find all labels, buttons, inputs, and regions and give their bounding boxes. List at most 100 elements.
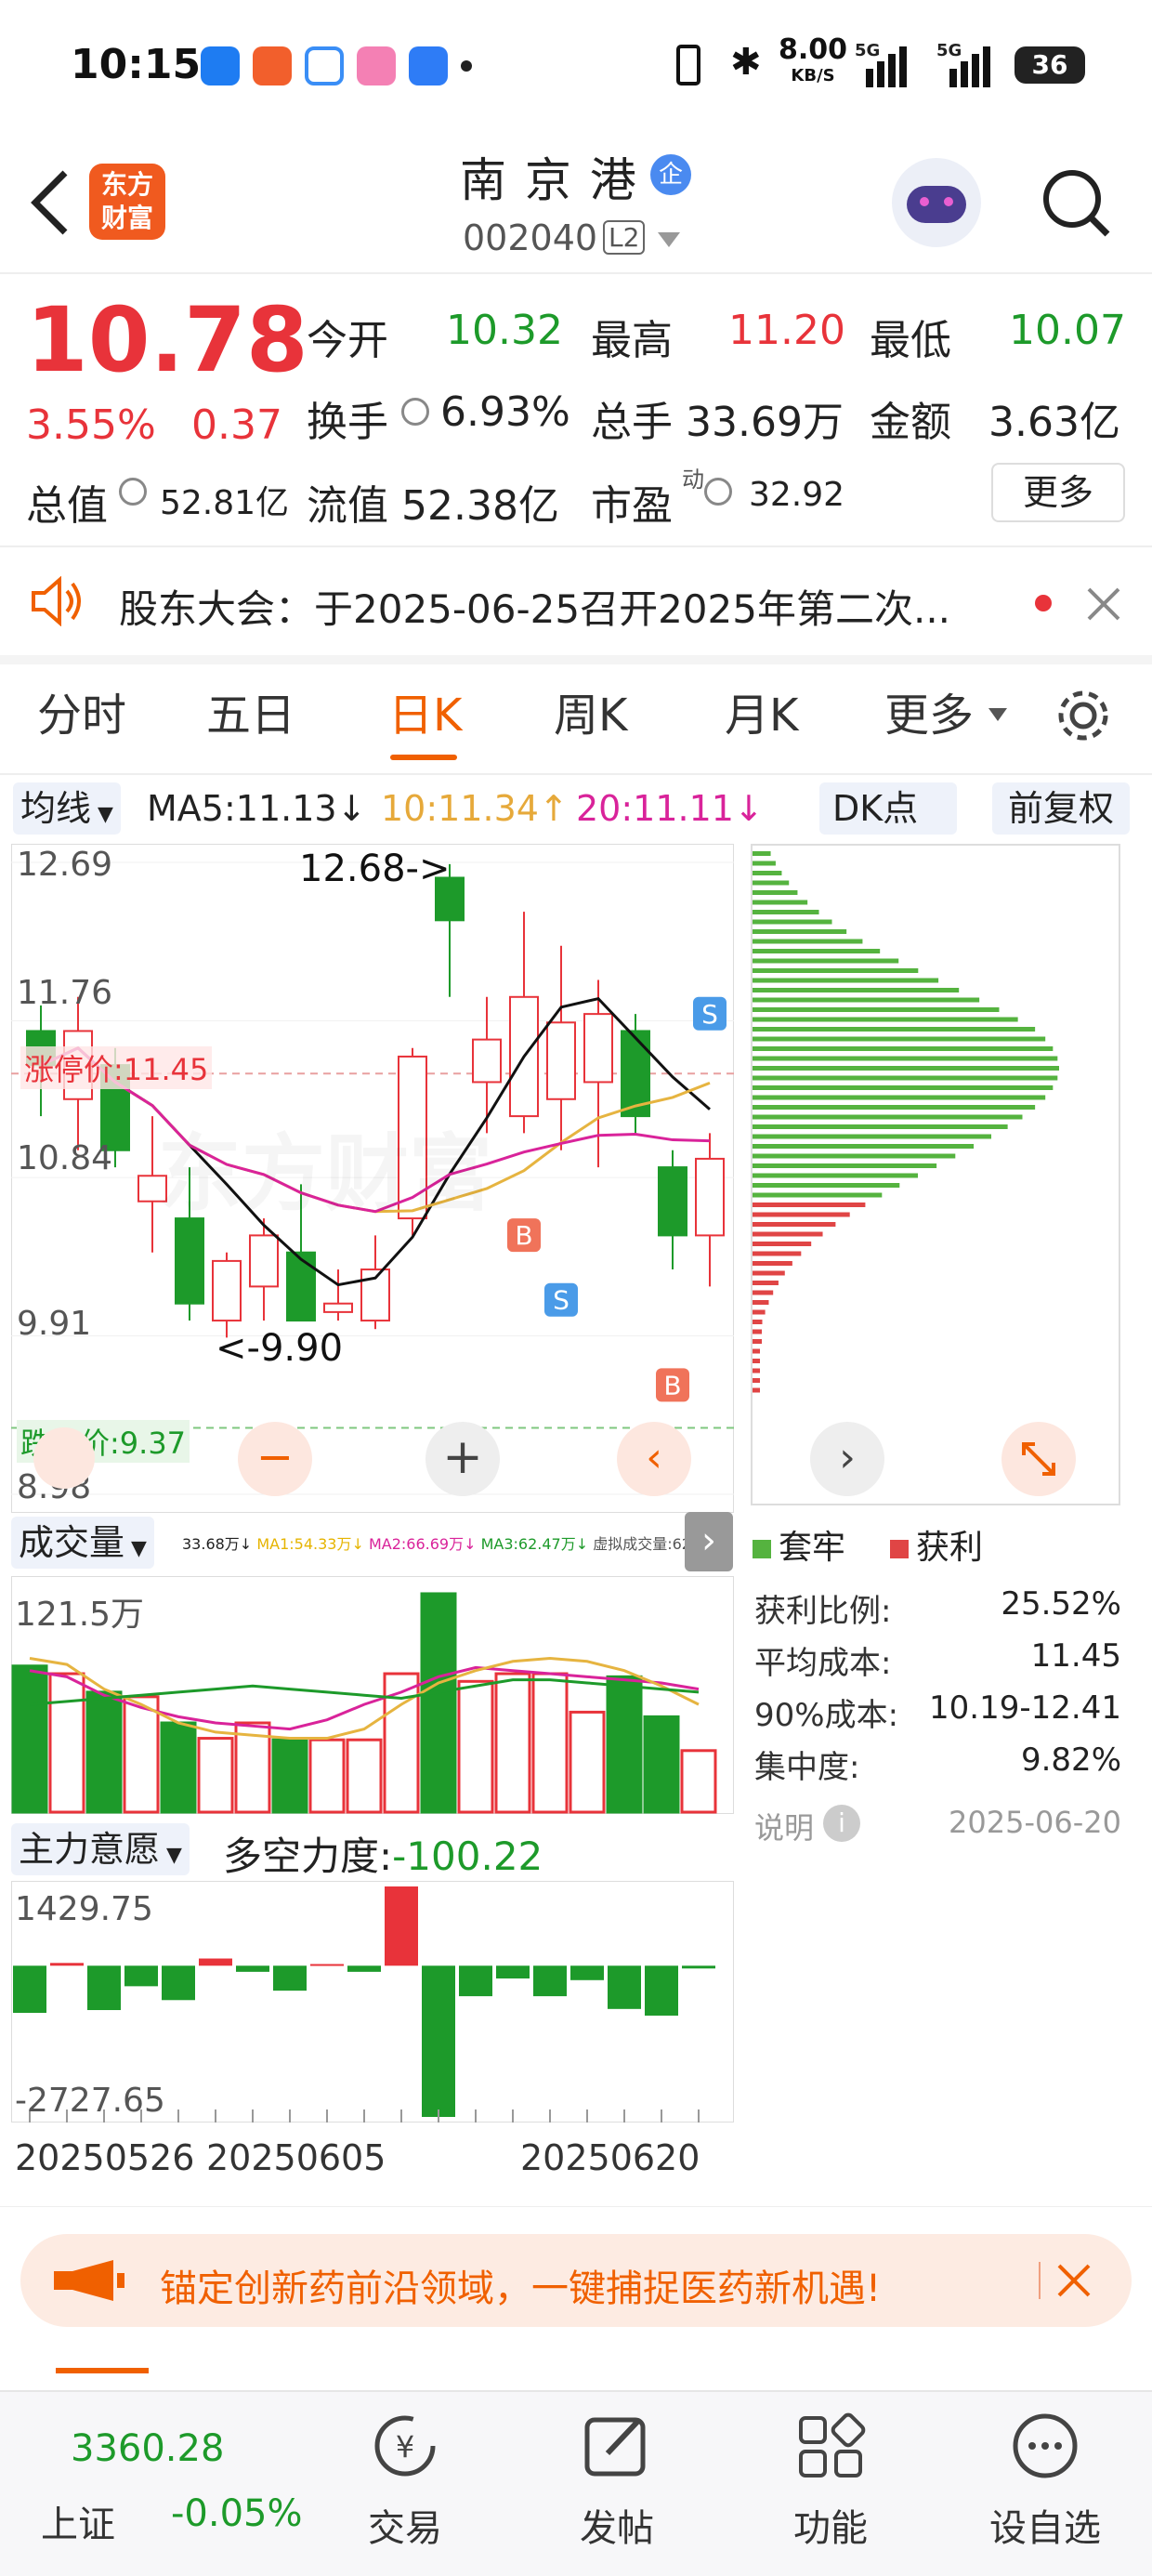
turnover-info-icon[interactable] bbox=[401, 398, 429, 426]
stock-name: 南 京 港 bbox=[460, 153, 638, 207]
chip-bar bbox=[753, 1153, 956, 1159]
tab-five-day[interactable]: 五日 bbox=[206, 678, 295, 743]
pe-info-icon[interactable] bbox=[704, 478, 732, 506]
bottom-nav: 3360.28 上证 -0.05% ¥ 交易 发帖 功能 设自选 bbox=[0, 2390, 1152, 2576]
mcap-info-icon[interactable] bbox=[119, 478, 147, 506]
more-dot-icon bbox=[461, 60, 472, 72]
last-price: 10.78 bbox=[26, 288, 308, 392]
chip-bar bbox=[753, 1212, 850, 1217]
trade-button[interactable]: ¥ 交易 bbox=[349, 2411, 461, 2552]
ad-divider bbox=[1039, 2262, 1041, 2299]
index-pct[interactable]: -0.05% bbox=[171, 2492, 303, 2535]
info-icon[interactable]: i bbox=[823, 1805, 860, 1842]
force-bar bbox=[385, 1886, 418, 1966]
avg-cost-value: 11.45 bbox=[1030, 1637, 1121, 1675]
chip-bar bbox=[753, 1017, 1018, 1022]
back-button[interactable] bbox=[26, 165, 72, 240]
volume-bar bbox=[606, 1675, 643, 1814]
index-name[interactable]: 上证 bbox=[41, 2494, 115, 2548]
volume-bar bbox=[271, 1738, 308, 1814]
chip-bar bbox=[753, 1027, 1036, 1032]
scroll-left-button[interactable]: ‹ bbox=[617, 1422, 691, 1496]
header-divider bbox=[0, 272, 1152, 274]
chip-bar bbox=[753, 1192, 883, 1198]
bottom-area-divider bbox=[0, 2206, 1152, 2207]
function-button[interactable]: 功能 bbox=[775, 2411, 886, 2552]
megaphone-icon bbox=[54, 2260, 124, 2301]
force-selector[interactable]: 主力意愿 ▼ bbox=[11, 1823, 190, 1875]
candle-body bbox=[583, 1013, 613, 1084]
chip-bar bbox=[753, 1222, 836, 1227]
expand-volume-button[interactable]: › bbox=[685, 1512, 733, 1571]
chip-bar bbox=[753, 949, 881, 953]
chip-bar bbox=[753, 1348, 760, 1354]
dk-point-selector[interactable]: DK点 bbox=[819, 782, 957, 835]
ad-banner[interactable]: 锚定创新药前沿领域，一键捕捉医药新机遇! bbox=[20, 2234, 1132, 2327]
yuan-cycle-icon: ¥ bbox=[374, 2415, 436, 2477]
fullscreen-button[interactable] bbox=[1001, 1422, 1076, 1496]
chip-bar bbox=[753, 880, 790, 886]
candle-body bbox=[175, 1217, 204, 1305]
force-bar bbox=[570, 1965, 604, 1980]
mcap-value: 52.81亿 bbox=[160, 484, 290, 522]
search-button[interactable] bbox=[1039, 165, 1113, 240]
tab-daily-k[interactable]: 日K bbox=[388, 678, 462, 743]
edit-icon bbox=[584, 2417, 646, 2477]
chip-bar bbox=[753, 1378, 760, 1383]
chip-bar bbox=[753, 1056, 1058, 1061]
open-label: 今开 bbox=[307, 317, 388, 364]
chip-bar bbox=[753, 1320, 763, 1324]
zoom-out-button[interactable]: − bbox=[238, 1422, 312, 1496]
chip-date: 2025-06-20 bbox=[949, 1805, 1121, 1840]
high-label: 最高 bbox=[591, 317, 673, 364]
cost90-value: 10.19-12.41 bbox=[929, 1689, 1121, 1727]
chip-bar bbox=[753, 1085, 1054, 1090]
post-button[interactable]: 发帖 bbox=[561, 2411, 673, 2552]
chip-note-label[interactable]: 说明 bbox=[754, 1805, 814, 1847]
tab-more-dropdown-icon bbox=[988, 708, 1007, 721]
tab-intraday[interactable]: 分时 bbox=[37, 678, 126, 743]
volume-selector[interactable]: 成交量 ▼ bbox=[11, 1517, 154, 1569]
candle-body bbox=[212, 1259, 242, 1322]
robot-assistant-icon[interactable] bbox=[892, 158, 981, 247]
adjustment-selector[interactable]: 前复权 bbox=[992, 782, 1130, 835]
more-dots-icon bbox=[1013, 2413, 1078, 2478]
force-bar bbox=[347, 1965, 381, 1972]
settings-gear-icon[interactable] bbox=[1054, 686, 1113, 745]
left-edge-button[interactable] bbox=[33, 1427, 95, 1489]
close-icon[interactable] bbox=[1085, 585, 1122, 623]
tab-weekly-k[interactable]: 周K bbox=[554, 678, 627, 743]
force-bar bbox=[533, 1965, 567, 1997]
code-dropdown-icon[interactable] bbox=[658, 232, 680, 247]
force-bar bbox=[608, 1965, 641, 2009]
force-bar bbox=[422, 1965, 455, 2117]
notice-bar[interactable]: 股东大会：于2025-06-25召开2025年第二次... bbox=[0, 550, 1152, 652]
tab-more[interactable]: 更多 bbox=[884, 678, 974, 743]
add-watchlist-button[interactable]: 设自选 bbox=[985, 2411, 1106, 2552]
tabs-divider bbox=[0, 773, 1152, 775]
chip-bar bbox=[753, 968, 919, 973]
min-note: <-9.90 bbox=[216, 1327, 344, 1370]
chip-bar bbox=[753, 1134, 992, 1139]
index-value[interactable]: 3360.28 bbox=[71, 2427, 224, 2470]
turnover-value: 6.93% bbox=[440, 388, 570, 436]
scroll-right-button[interactable]: › bbox=[810, 1422, 884, 1496]
search-icon bbox=[1043, 170, 1110, 237]
volume-bar bbox=[197, 1737, 234, 1814]
chip-bar bbox=[753, 1075, 1058, 1081]
zoom-in-button[interactable]: + bbox=[425, 1422, 500, 1496]
ad-close-icon[interactable] bbox=[1055, 2262, 1093, 2299]
turnover-label: 换手 bbox=[307, 399, 388, 446]
chip-bar bbox=[753, 900, 808, 905]
chip-legend-profit: 获利 bbox=[890, 1520, 983, 1569]
quote-divider bbox=[0, 545, 1152, 547]
force-bar bbox=[310, 1964, 344, 1966]
buy-marker-label: B bbox=[515, 1220, 532, 1251]
app-logo: 东方 财富 bbox=[89, 164, 165, 240]
ma-selector[interactable]: 均线 ▼ bbox=[13, 782, 121, 835]
volume-bar bbox=[383, 1672, 420, 1814]
more-button[interactable]: 更多 bbox=[991, 463, 1125, 522]
svg-text:¥: ¥ bbox=[396, 2429, 414, 2464]
tab-monthly-k[interactable]: 月K bbox=[725, 678, 798, 743]
chip-bar bbox=[753, 1231, 823, 1237]
